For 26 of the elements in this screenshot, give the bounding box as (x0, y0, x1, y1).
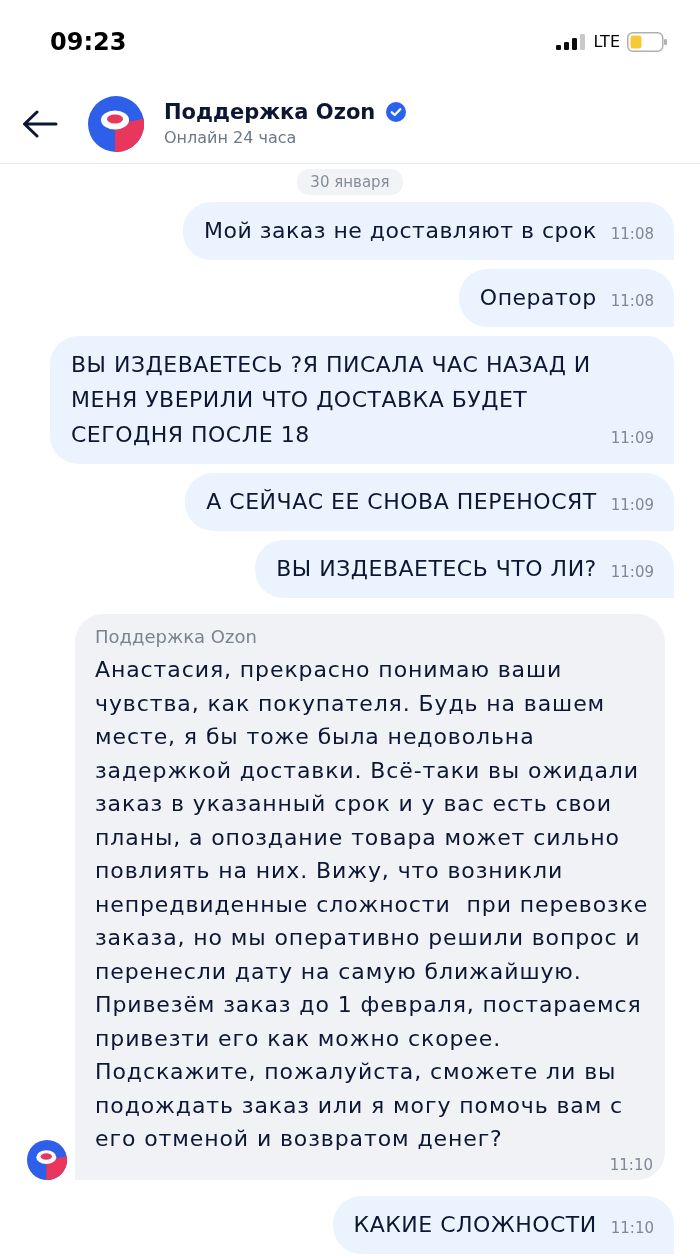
message-text: Анастасия, прекрасно понимаю ваши чувства, как покупателя. Будь на вашем месте, я бы тоже была недовольна задержкой доставки. Всё-таки вы ожидали заказ в указанный срок и у вас есть свои планы, а опоздание товара может сильно повлиять на них. Вижу, что возникли непредвиденные сложности при перевозке заказа, но мы оперативно решили вопрос и перенесли дату на самую ближайшую. Привезём заказ до 1 февраля, постараемся привезти его как можно скорее. Подскажите, пожалуйста, сможете ли вы подождать заказ или я могу помочь вам с его отменой и возвратом денег? (95, 656, 650, 1153)
chat-title: Поддержка Ozon (164, 98, 376, 126)
avatar-logo-icon (27, 1139, 67, 1180)
message-text: КАКИЕ СЛОЖНОСТИ (353, 1210, 597, 1239)
network-type: LTE (593, 32, 620, 52)
message-text: ВЫ ИЗДЕВАЕТЕСЬ ?Я ПИСАЛА ЧАС НАЗАД И МЕНЯ УВЕРИЛИ ЧТО ДОСТАВКА БУДЕТ СЕГОДНЯ ПОСЛЕ 18 (71, 351, 592, 449)
chat-status: Онлайн 24 часа (164, 126, 298, 149)
message-text: Оператор (479, 284, 597, 312)
sender-name: Поддержка Ozon (95, 625, 258, 649)
back-arrow-icon (22, 109, 58, 138)
message-text: А СЕЙЧАС ЕЕ СНОВА ПЕРЕНОСЯТ (206, 488, 597, 516)
message-time: 11:10 (609, 1155, 653, 1174)
date-label: 30 января (297, 169, 403, 195)
message-time: 11:10 (610, 1217, 654, 1239)
message-text: ВЫ ИЗДЕВАЕТЕСЬ ЧТО ЛИ? (276, 555, 597, 583)
message-text: Мой заказ не доставляют в срок (204, 217, 597, 245)
message-time: 11:08 (610, 224, 654, 245)
avatar-logo-icon (88, 95, 144, 152)
message-time: 11:08 (610, 291, 654, 312)
signal-icon (556, 34, 587, 50)
status-time: 09:23 (50, 27, 127, 57)
message-time: 11:09 (610, 562, 654, 583)
message-time: 11:09 (610, 495, 654, 516)
battery-icon (627, 32, 667, 52)
back-button[interactable] (22, 109, 58, 138)
message-time: 11:09 (610, 428, 654, 449)
